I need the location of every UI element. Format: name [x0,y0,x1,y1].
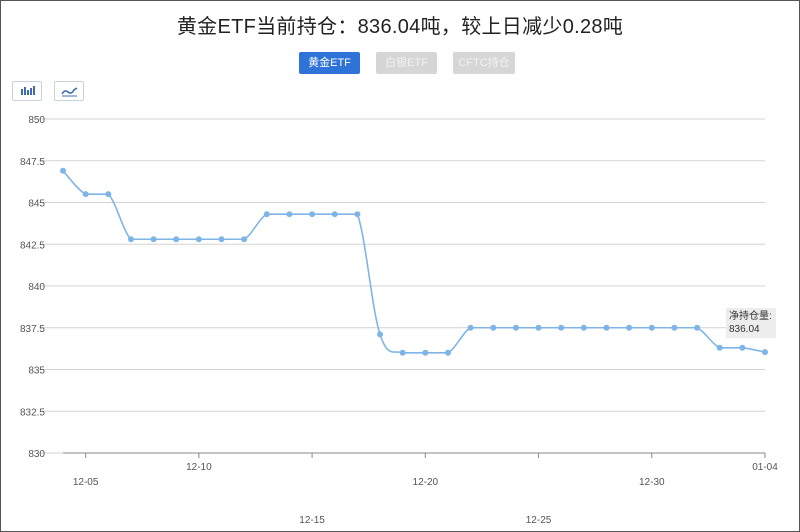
data-point [626,324,633,331]
y-tick-label: 837.5 [20,324,45,335]
x-tick-label: 12-30 [639,477,665,488]
data-point [648,324,655,331]
tooltip-value: 836.04 [729,324,760,335]
data-point [105,191,112,198]
data-point [127,236,134,243]
x-tick-label: 01-04 [752,462,778,473]
tooltip: 净持仓量: 836.04 [726,308,776,338]
data-point [512,324,519,331]
x-tick-label: 12-05 [73,477,99,488]
x-tick-label: 12-15 [299,515,325,526]
data-point [286,211,293,218]
data-point [150,236,157,243]
x-tick-label: 12-20 [413,477,439,488]
data-point [422,349,429,356]
data-point [309,211,316,218]
x-tick-label: 12-10 [186,462,212,473]
y-tick-label: 847.5 [20,157,45,168]
y-tick-label: 835 [28,366,45,377]
y-tick-label: 842.5 [20,240,45,251]
data-point [241,236,248,243]
data-point [490,324,497,331]
data-point [173,236,180,243]
data-point [195,236,202,243]
y-tick-label: 832.5 [20,407,45,418]
data-point [716,344,723,351]
y-tick-label: 840 [28,282,45,293]
data-point [762,349,768,356]
y-tick-label: 830 [28,449,45,460]
data-point [444,349,451,356]
data-point [354,211,361,218]
y-tick-label: 845 [28,199,45,210]
data-point [603,324,610,331]
data-point [263,211,270,218]
data-point [535,324,542,331]
data-point [671,324,678,331]
data-point [467,324,474,331]
data-point [739,344,746,351]
tooltip-label: 净持仓量: [729,311,772,322]
data-point [558,324,565,331]
data-point [331,211,338,218]
data-point [82,191,89,198]
data-point [694,324,701,331]
data-point [580,324,587,331]
y-tick-label: 850 [28,115,45,126]
x-tick-label: 12-25 [526,515,552,526]
chart-frame: 黄金ETF当前持仓：836.04吨，较上日减少0.28吨 黄金ETF 白银ETF… [0,0,800,532]
data-point [377,331,384,338]
line-chart: 830 832.5 835 837.5 840 842.5 845 847.5 850 12-05… [20,115,778,526]
data-point [399,349,406,356]
data-point [218,236,225,243]
data-point [60,167,66,174]
series-line [62,170,766,354]
